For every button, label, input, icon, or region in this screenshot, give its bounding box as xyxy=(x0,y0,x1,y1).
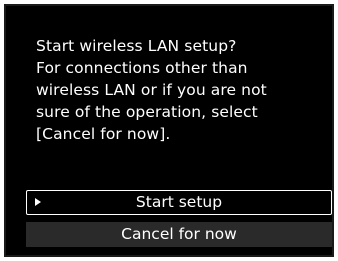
message-line: sure of the operation, select xyxy=(36,103,258,121)
setup-prompt-message: Start wireless LAN setup? For connection… xyxy=(36,35,326,145)
cancel-for-now-label: Cancel for now xyxy=(121,225,237,243)
message-line: For connections other than xyxy=(36,59,248,77)
message-line: [Cancel for now]. xyxy=(36,125,171,143)
selection-cursor-icon xyxy=(35,198,41,206)
printer-lcd-screen: Start wireless LAN setup? For connection… xyxy=(4,4,334,257)
start-setup-option[interactable]: Start setup xyxy=(26,190,332,215)
cancel-for-now-option[interactable]: Cancel for now xyxy=(26,222,332,247)
message-line: Start wireless LAN setup? xyxy=(36,37,237,55)
start-setup-label: Start setup xyxy=(135,193,223,211)
message-line: wireless LAN or if you are not xyxy=(36,81,267,99)
